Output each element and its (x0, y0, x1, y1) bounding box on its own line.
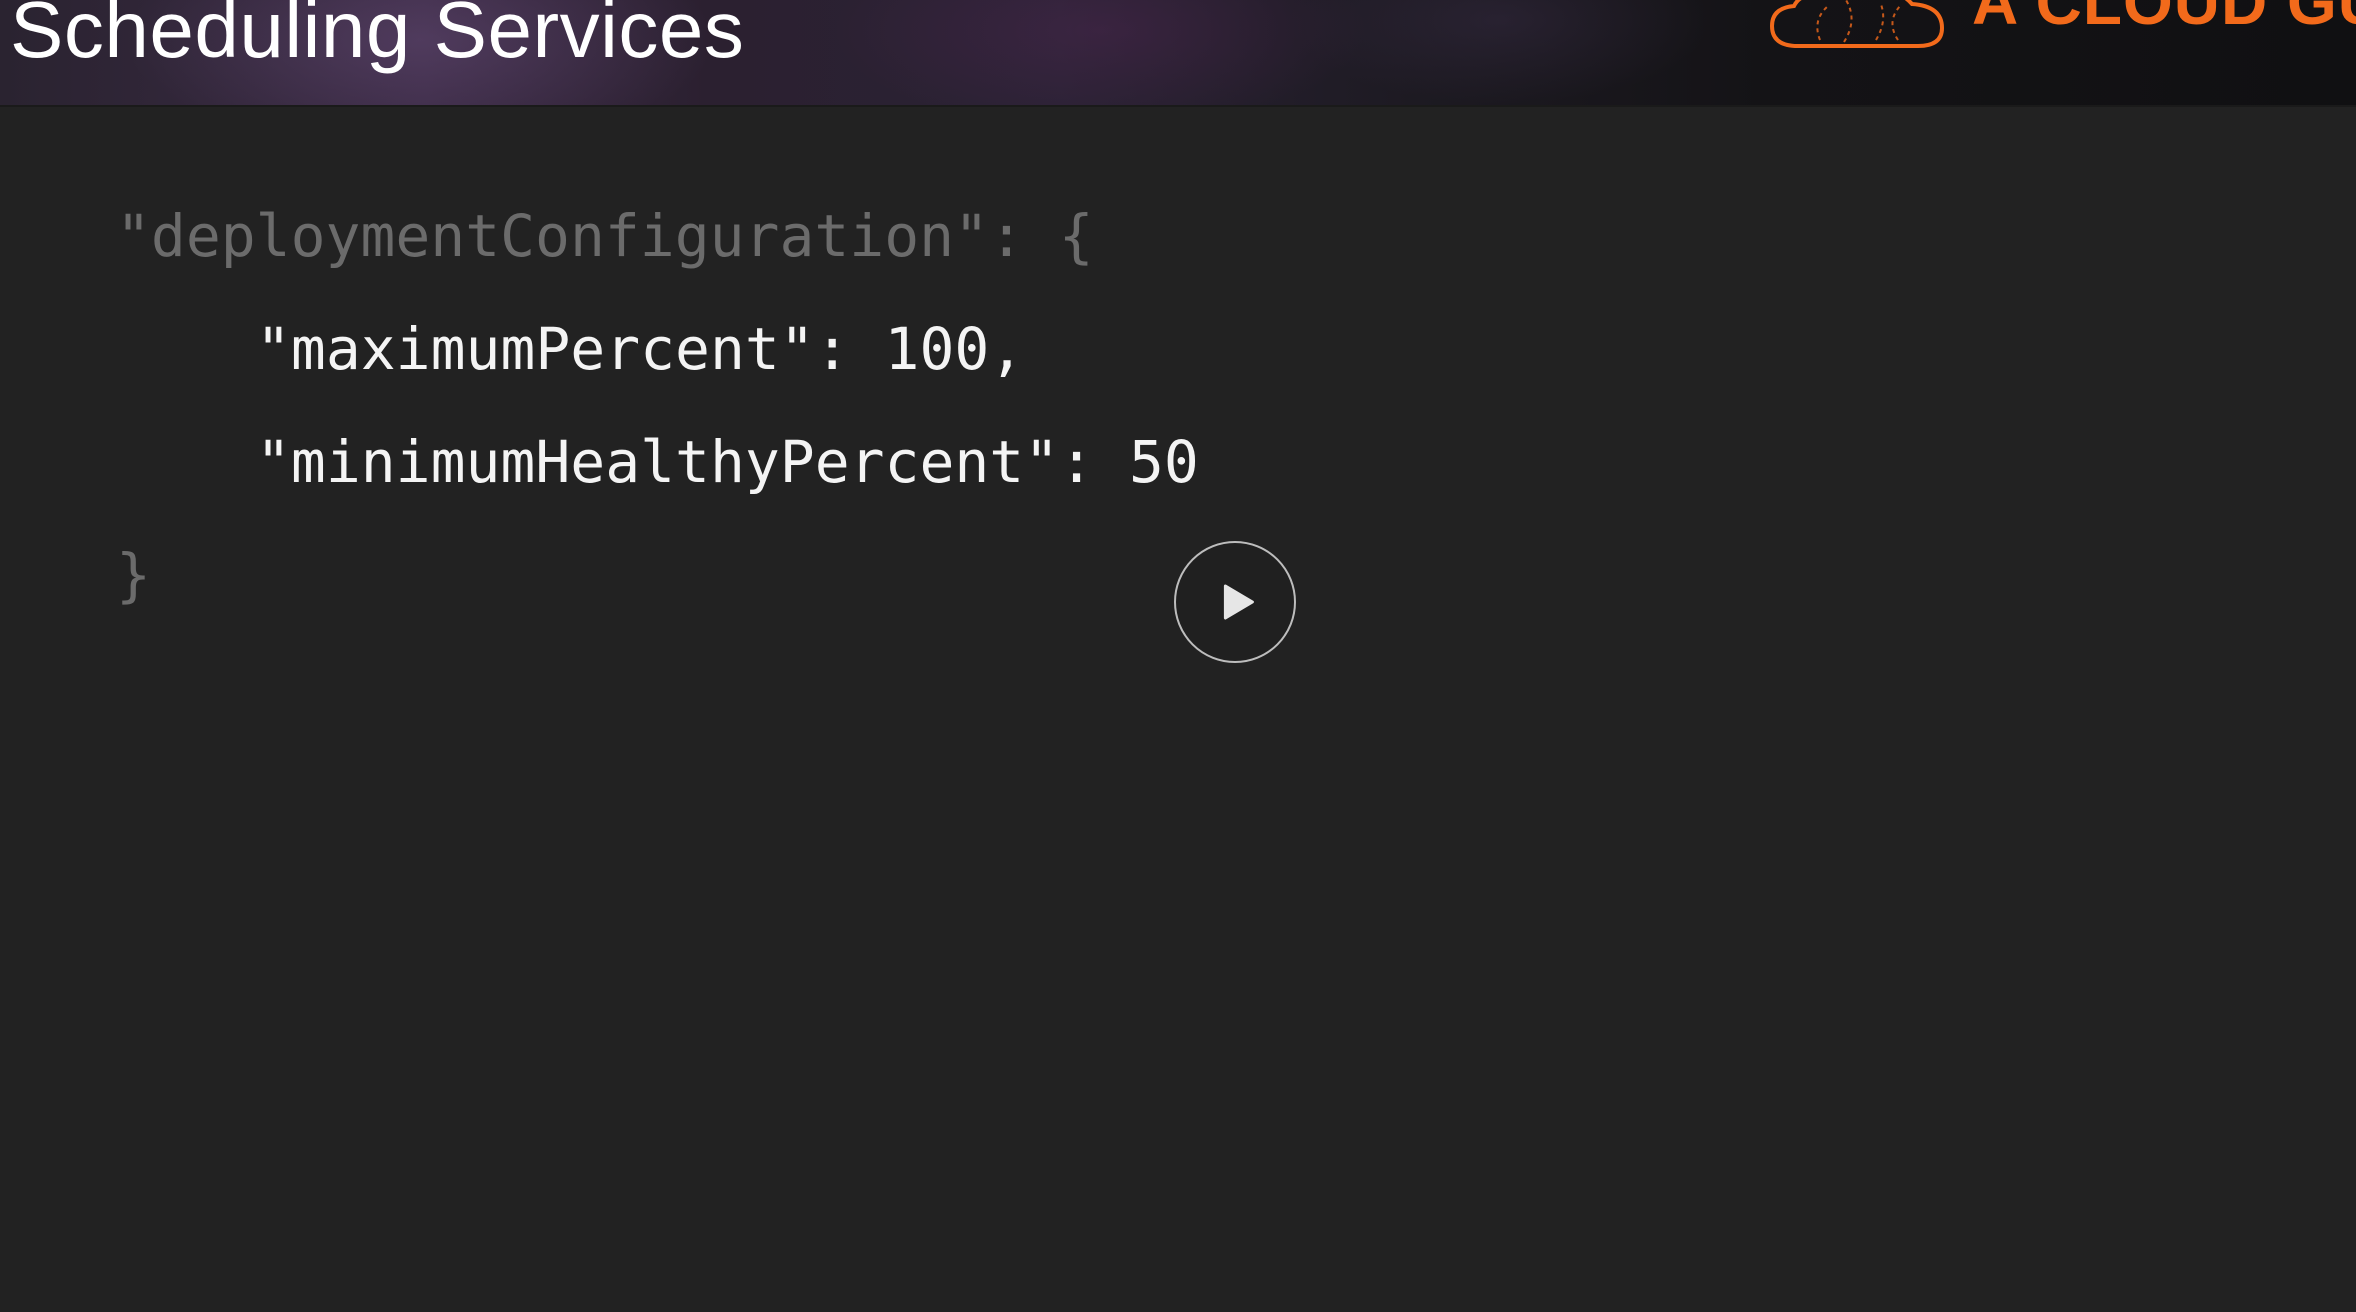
code-line-maximum-percent: "maximumPercent": 100, (256, 315, 1025, 383)
play-button[interactable] (1174, 541, 1296, 663)
cloud-logo-icon (1769, 0, 1945, 48)
code-snippet: "deploymentConfiguration": { "maximumPerc… (116, 180, 1199, 632)
code-line-minimum-healthy-percent: "minimumHealthyPercent": 50 (256, 428, 1199, 496)
slide-header: Scheduling Services A CLOUD GU (0, 0, 2356, 107)
video-frame: Scheduling Services A CLOUD GU "deployme… (0, 0, 2356, 1312)
slide-title: Scheduling Services (10, 0, 745, 74)
play-icon (1223, 584, 1254, 620)
brand-name: A CLOUD GU (1972, 0, 2356, 38)
code-line-open: "deploymentConfiguration": { (116, 202, 1094, 270)
code-line-close: } (116, 541, 151, 609)
